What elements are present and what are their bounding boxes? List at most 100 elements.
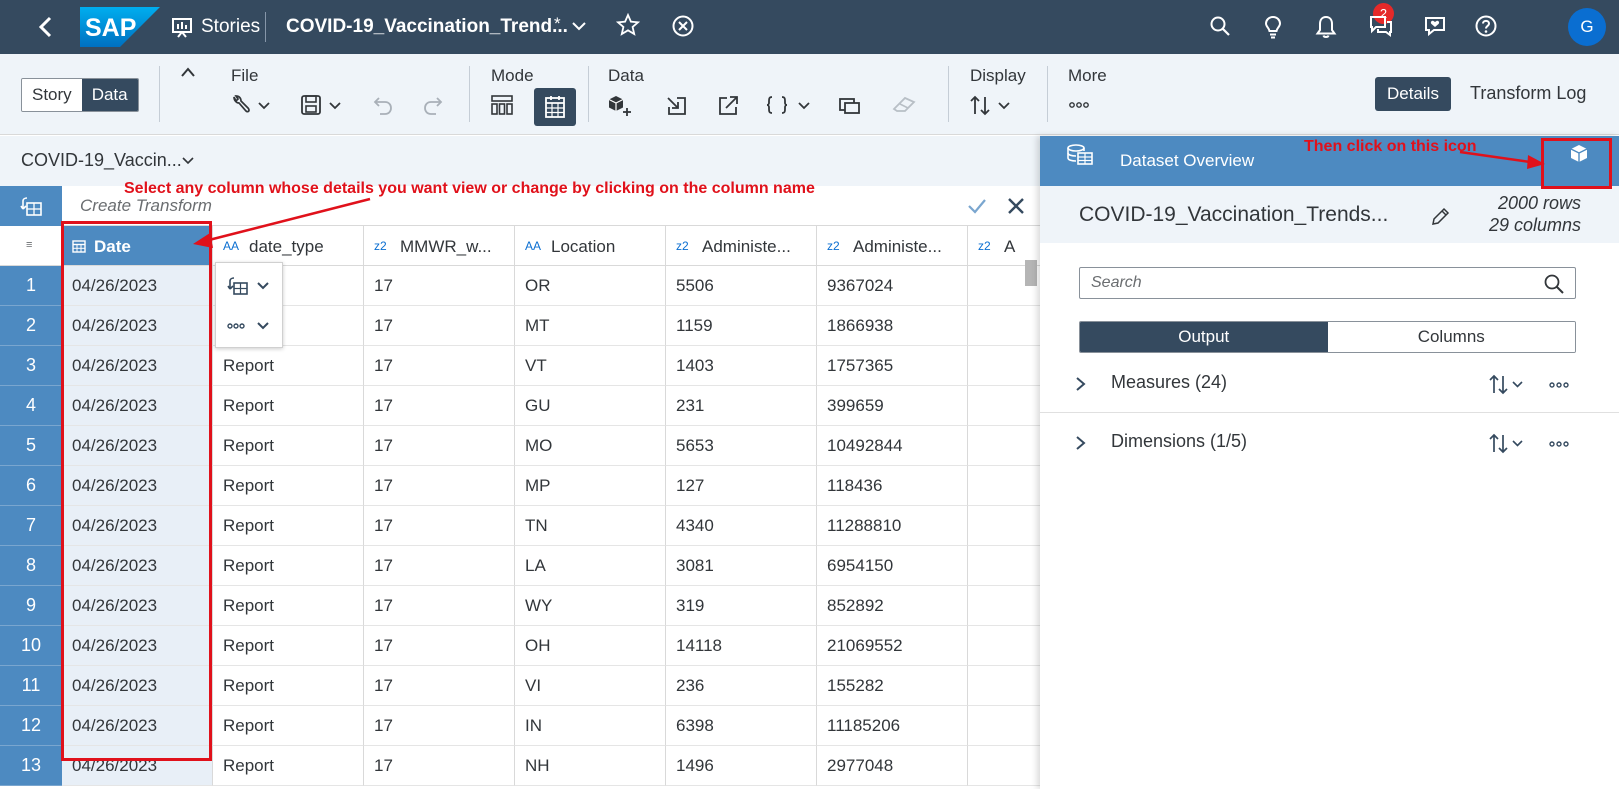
table-cell[interactable]: OH xyxy=(515,626,666,666)
close-circle-icon[interactable] xyxy=(671,14,695,38)
document-title[interactable]: COVID-19_Vaccination_Trend... xyxy=(286,16,568,38)
table-cell[interactable]: 6398 xyxy=(666,706,817,746)
tools-wrench-icon[interactable] xyxy=(231,94,271,116)
back-icon[interactable] xyxy=(36,15,56,39)
table-cell[interactable]: 17 xyxy=(364,306,515,346)
table-cell[interactable]: 17 xyxy=(364,626,515,666)
chevron-down-icon[interactable] xyxy=(182,157,194,165)
table-cell[interactable]: Report xyxy=(213,626,364,666)
table-cell[interactable]: 231 xyxy=(666,386,817,426)
table-cell[interactable]: Report xyxy=(213,546,364,586)
add-dataset-icon[interactable] xyxy=(607,94,633,118)
table-cell[interactable]: 4340 xyxy=(666,506,817,546)
tab-columns[interactable]: Columns xyxy=(1327,322,1575,352)
table-cell[interactable]: Report xyxy=(213,386,364,426)
table-cell[interactable]: Report xyxy=(213,426,364,466)
table-cell[interactable]: 1496 xyxy=(666,746,817,786)
table-cell[interactable]: Report xyxy=(213,506,364,546)
table-cell[interactable]: GU xyxy=(515,386,666,426)
table-cell[interactable]: 3081 xyxy=(666,546,817,586)
table-cell[interactable]: Report xyxy=(213,466,364,506)
table-cell[interactable] xyxy=(968,706,1040,746)
grid-mode-button[interactable] xyxy=(534,88,576,126)
create-transform-input[interactable]: Create Transform xyxy=(80,196,212,216)
table-cell[interactable] xyxy=(968,346,1040,386)
table-cell[interactable]: 11185206 xyxy=(817,706,968,746)
apply-check-icon[interactable] xyxy=(966,196,988,216)
table-cell[interactable]: 21069552 xyxy=(817,626,968,666)
column-header[interactable]: z2 Administe... xyxy=(817,226,968,266)
chevron-right-icon[interactable] xyxy=(1075,376,1087,392)
select-all-rows[interactable]: ≡ xyxy=(0,226,62,266)
dataset-overview-icon[interactable] xyxy=(1066,142,1094,168)
chevron-down-icon[interactable] xyxy=(572,21,586,31)
table-cell[interactable]: 17 xyxy=(364,666,515,706)
row-number[interactable]: 9 xyxy=(0,586,62,626)
lightbulb-icon[interactable] xyxy=(1261,14,1285,40)
table-cell[interactable]: Report xyxy=(213,346,364,386)
table-cell[interactable]: 17 xyxy=(364,546,515,586)
stories-link[interactable]: Stories xyxy=(201,16,260,38)
clear-eraser-icon[interactable] xyxy=(891,94,917,116)
tab-output[interactable]: Output xyxy=(1080,322,1328,352)
table-cell[interactable]: 10492844 xyxy=(817,426,968,466)
table-cell[interactable]: 1159 xyxy=(666,306,817,346)
save-icon[interactable] xyxy=(300,94,344,116)
duplicate-icon[interactable] xyxy=(838,94,862,116)
table-cell[interactable]: 5506 xyxy=(666,266,817,306)
table-cell[interactable]: 1866938 xyxy=(817,306,968,346)
table-cell[interactable]: MO xyxy=(515,426,666,466)
import-icon[interactable] xyxy=(665,94,689,116)
story-view-button[interactable]: Story xyxy=(22,79,82,111)
table-cell[interactable]: 17 xyxy=(364,586,515,626)
table-cell[interactable] xyxy=(968,626,1040,666)
facet-mode-icon[interactable] xyxy=(490,94,514,116)
column-header[interactable]: z2 Administe... xyxy=(666,226,817,266)
more-options-icon[interactable] xyxy=(1548,381,1572,389)
table-cell[interactable]: Report xyxy=(213,706,364,746)
table-cell[interactable]: 17 xyxy=(364,746,515,786)
column-more-options-icon[interactable] xyxy=(226,315,276,337)
table-cell[interactable]: Report xyxy=(213,666,364,706)
row-number[interactable]: 2 xyxy=(0,306,62,346)
table-cell[interactable]: 852892 xyxy=(817,586,968,626)
table-cell[interactable]: TN xyxy=(515,506,666,546)
table-cell[interactable]: 6954150 xyxy=(817,546,968,586)
more-options-icon[interactable] xyxy=(1548,440,1572,448)
table-cell[interactable]: 127 xyxy=(666,466,817,506)
search-icon[interactable] xyxy=(1208,14,1232,38)
table-cell[interactable]: 9367024 xyxy=(817,266,968,306)
table-cell[interactable]: 14118 xyxy=(666,626,817,666)
table-cell[interactable]: 155282 xyxy=(817,666,968,706)
table-cell[interactable]: MP xyxy=(515,466,666,506)
transform-icon-button[interactable] xyxy=(0,186,62,226)
transform-log-button[interactable]: Transform Log xyxy=(1470,83,1586,104)
table-cell[interactable]: 399659 xyxy=(817,386,968,426)
table-cell[interactable]: 17 xyxy=(364,346,515,386)
measures-group[interactable]: Measures (24) xyxy=(1040,353,1619,413)
sap-logo[interactable]: SAP xyxy=(80,7,160,47)
sort-icon[interactable] xyxy=(1488,373,1532,395)
user-avatar[interactable]: G xyxy=(1568,8,1606,46)
table-cell[interactable]: 11288810 xyxy=(817,506,968,546)
row-number[interactable]: 8 xyxy=(0,546,62,586)
feedback-icon[interactable] xyxy=(1422,14,1448,38)
row-number[interactable]: 10 xyxy=(0,626,62,666)
table-cell[interactable]: WY xyxy=(515,586,666,626)
table-cell[interactable]: IN xyxy=(515,706,666,746)
table-cell[interactable] xyxy=(968,426,1040,466)
table-cell[interactable]: VI xyxy=(515,666,666,706)
help-icon[interactable] xyxy=(1474,14,1498,38)
discussions-icon[interactable] xyxy=(1368,14,1394,38)
details-button[interactable]: Details xyxy=(1375,77,1451,111)
row-number[interactable]: 6 xyxy=(0,466,62,506)
table-cell[interactable]: 17 xyxy=(364,706,515,746)
table-cell[interactable] xyxy=(968,546,1040,586)
row-number[interactable]: 12 xyxy=(0,706,62,746)
vertical-scrollbar[interactable] xyxy=(1025,260,1037,286)
dataset-selector[interactable]: COVID-19_Vaccin... xyxy=(21,150,182,171)
redo-icon[interactable] xyxy=(422,94,444,116)
table-cell[interactable] xyxy=(968,586,1040,626)
search-field[interactable]: Search xyxy=(1079,267,1576,299)
export-icon[interactable] xyxy=(716,94,740,116)
